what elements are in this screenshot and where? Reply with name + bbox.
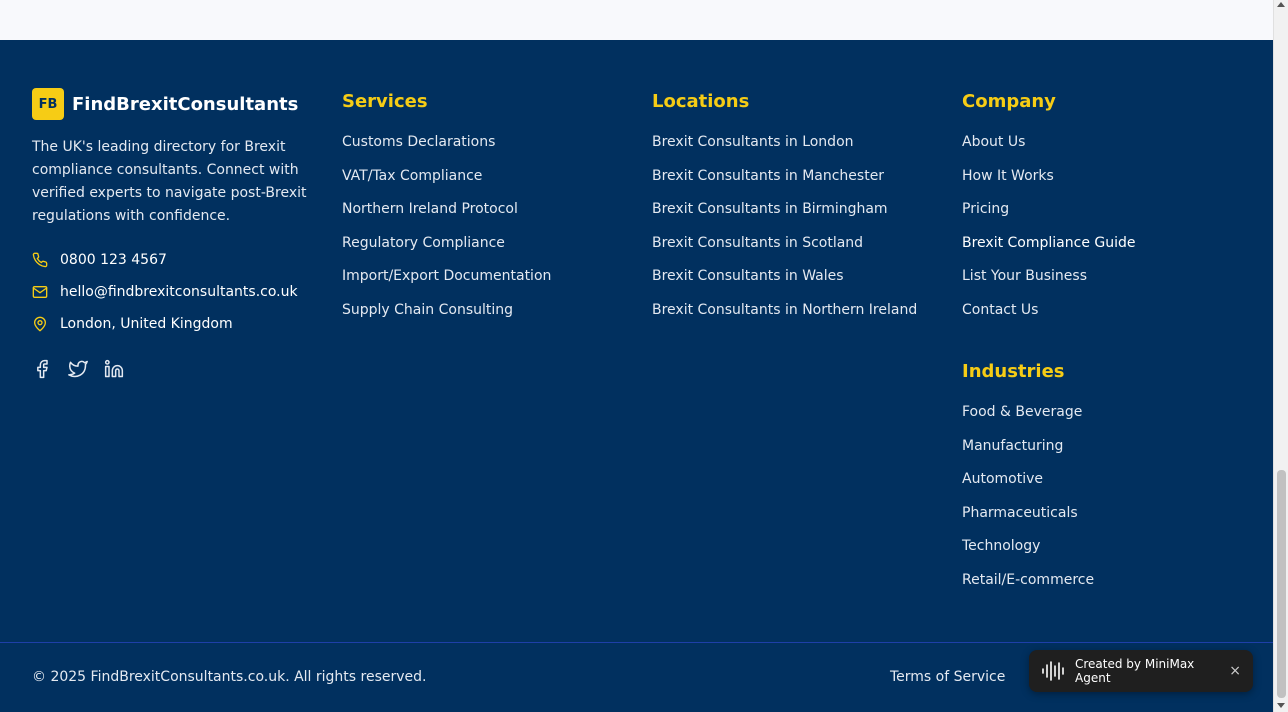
brand-name: FindBrexitConsultants (72, 93, 299, 115)
footer-divider (0, 642, 1273, 643)
phone-icon (32, 252, 48, 268)
waveform-icon (1042, 661, 1064, 681)
page-top-strip (0, 0, 1273, 40)
minimax-agent-badge[interactable]: Created by MiniMax Agent × (1029, 650, 1253, 692)
services-link[interactable]: VAT/Tax Compliance (342, 167, 551, 201)
vertical-scrollbar[interactable] (1273, 0, 1288, 712)
industry-link[interactable]: Technology (962, 537, 1094, 571)
site-footer: FB FindBrexitConsultants The UK's leadin… (0, 40, 1273, 712)
company-link[interactable]: How It Works (962, 167, 1136, 201)
industries-heading: Industries (962, 361, 1065, 382)
contact-phone[interactable]: 0800 123 4567 (32, 252, 167, 268)
location-link[interactable]: Brexit Consultants in Manchester (652, 167, 917, 201)
linkedin-icon[interactable] (104, 359, 124, 379)
locations-heading: Locations (652, 91, 750, 112)
copyright-text: © 2025 FindBrexitConsultants.co.uk. All … (32, 669, 427, 685)
close-icon[interactable]: × (1229, 663, 1241, 679)
services-heading: Services (342, 91, 428, 112)
brand-description: The UK's leading directory for Brexit co… (32, 139, 307, 224)
contact-email[interactable]: hello@findbrexitconsultants.co.uk (32, 284, 298, 300)
company-link[interactable]: About Us (962, 133, 1136, 167)
industry-link[interactable]: Retail/E-commerce (962, 571, 1094, 605)
locations-column: Locations Brexit Consultants in London B… (652, 90, 917, 335)
terms-of-service-link[interactable]: Terms of Service (890, 669, 1005, 685)
company-column: Company About Us How It Works Pricing Br… (962, 90, 1136, 335)
location-link[interactable]: Brexit Consultants in London (652, 133, 917, 167)
footer-brand[interactable]: FB FindBrexitConsultants (32, 88, 298, 120)
industry-link[interactable]: Pharmaceuticals (962, 504, 1094, 538)
scroll-up-arrow-icon[interactable] (1277, 2, 1285, 7)
location-link[interactable]: Brexit Consultants in Scotland (652, 234, 917, 268)
phone-number: 0800 123 4567 (60, 252, 167, 268)
twitter-icon[interactable] (68, 359, 88, 379)
industries-column: Industries Food & Beverage Manufacturing… (962, 360, 1094, 605)
location-link[interactable]: Brexit Consultants in Northern Ireland (652, 301, 917, 335)
company-link-hovered[interactable]: Brexit Compliance Guide (962, 234, 1136, 268)
company-link[interactable]: Contact Us (962, 301, 1136, 335)
facebook-icon[interactable] (32, 359, 52, 379)
location-link[interactable]: Brexit Consultants in Wales (652, 267, 917, 301)
social-links (32, 359, 140, 379)
services-column: Services Customs Declarations VAT/Tax Co… (342, 90, 551, 335)
industry-link[interactable]: Manufacturing (962, 437, 1094, 471)
services-link[interactable]: Customs Declarations (342, 133, 551, 167)
minimax-badge-label: Created by MiniMax Agent (1075, 657, 1195, 685)
services-link[interactable]: Import/Export Documentation (342, 267, 551, 301)
location-link[interactable]: Brexit Consultants in Birmingham (652, 200, 917, 234)
contact-location: London, United Kingdom (32, 316, 233, 332)
services-link[interactable]: Supply Chain Consulting (342, 301, 551, 335)
industry-link[interactable]: Food & Beverage (962, 403, 1094, 437)
email-address: hello@findbrexitconsultants.co.uk (60, 284, 298, 300)
map-pin-icon (32, 316, 48, 332)
services-link[interactable]: Northern Ireland Protocol (342, 200, 551, 234)
company-heading: Company (962, 91, 1056, 112)
scrollbar-thumb[interactable] (1277, 470, 1286, 698)
location-text: London, United Kingdom (60, 316, 233, 332)
industry-link[interactable]: Automotive (962, 470, 1094, 504)
brand-logo-badge: FB (32, 88, 64, 120)
company-link[interactable]: Pricing (962, 200, 1136, 234)
scroll-down-arrow-icon[interactable] (1277, 703, 1285, 708)
mail-icon (32, 284, 48, 300)
company-link[interactable]: List Your Business (962, 267, 1136, 301)
services-link[interactable]: Regulatory Compliance (342, 234, 551, 268)
